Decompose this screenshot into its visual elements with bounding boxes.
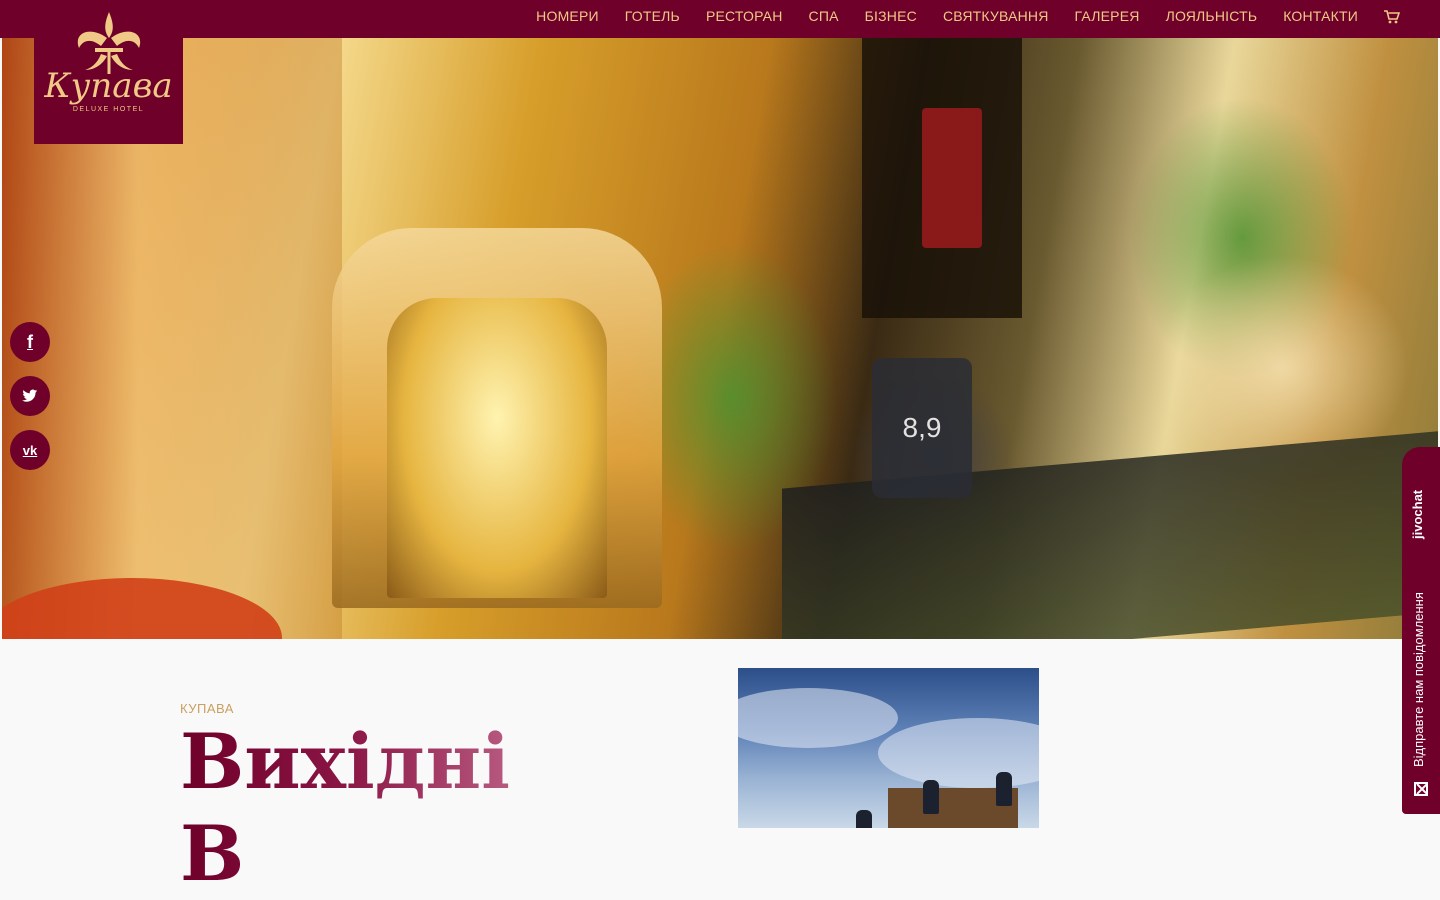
chat-message-label: Відправте нам повідомлення — [1411, 592, 1426, 767]
cart-icon[interactable] — [1384, 9, 1401, 24]
top-navigation-bar: НОМЕРИ ГОТЕЛЬ РЕСТОРАН СПА БІЗНЕС СВЯТКУ… — [0, 0, 1440, 38]
chat-widget[interactable]: jivochat Відправте нам повідомлення — [1402, 447, 1440, 814]
nav-item-loyalty[interactable]: ЛОЯЛЬНІСТЬ — [1166, 8, 1258, 24]
image-cloud — [738, 688, 898, 748]
twitter-icon[interactable] — [10, 376, 50, 416]
hero-cabinet-inner — [387, 298, 607, 598]
nav-item-spa[interactable]: СПА — [809, 8, 839, 24]
section-title: Вихідні В — [180, 717, 510, 898]
nav-item-gallery[interactable]: ГАЛЕРЕЯ — [1075, 8, 1140, 24]
image-statue — [856, 810, 872, 828]
main-nav: НОМЕРИ ГОТЕЛЬ РЕСТОРАН СПА БІЗНЕС СВЯТКУ… — [536, 0, 1401, 32]
image-cloud — [878, 718, 1039, 788]
facebook-icon[interactable]: f — [10, 322, 50, 362]
hero-price-card: 8,9 — [872, 358, 972, 498]
mail-icon — [1414, 782, 1428, 796]
nav-item-business[interactable]: БІЗНЕС — [865, 8, 917, 24]
chat-brand: jivochat — [1410, 489, 1425, 539]
logo-subtitle: DELUXE HOTEL — [72, 106, 145, 113]
nav-item-rooms[interactable]: НОМЕРИ — [536, 8, 599, 24]
image-statue — [996, 772, 1012, 806]
nav-item-restaurant[interactable]: РЕСТОРАН — [706, 8, 783, 24]
nav-item-hotel[interactable]: ГОТЕЛЬ — [625, 8, 680, 24]
nav-item-contacts[interactable]: КОНТАКТИ — [1283, 8, 1358, 24]
vk-icon[interactable]: vk — [10, 430, 50, 470]
logo-wordmark: Купава — [44, 66, 173, 106]
image-statue — [923, 780, 939, 814]
site-logo[interactable]: Купава DELUXE HOTEL — [34, 0, 183, 144]
content-image — [738, 668, 1039, 828]
section-kicker: КУПАВА — [180, 701, 234, 716]
hero-red-book — [922, 108, 982, 248]
nav-item-celebrations[interactable]: СВЯТКУВАННЯ — [943, 8, 1049, 24]
hero-image: 8,9 — [2, 38, 1438, 639]
